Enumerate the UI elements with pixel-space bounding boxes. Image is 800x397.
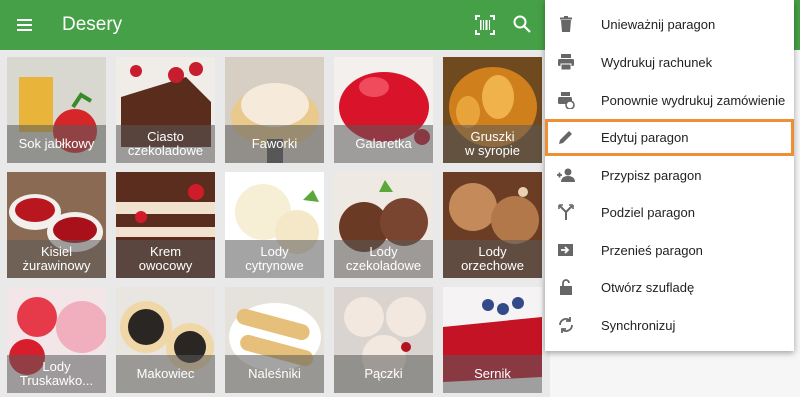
menu-item-label: Wydrukuj rachunek — [601, 55, 713, 70]
product-tile-nalesniki[interactable]: Naleśniki — [225, 287, 324, 393]
menu-item-edit-receipt[interactable]: Edytuj paragon — [545, 119, 794, 156]
product-tile-sok-jablkowy[interactable]: Sok jabłkowy — [7, 57, 106, 163]
product-label: Lody Truskawko... — [7, 355, 106, 393]
menu-item-void-receipt[interactable]: Unieważnij paragon — [545, 6, 794, 43]
menu-item-label: Podziel paragon — [601, 205, 695, 220]
menu-item-label: Unieważnij paragon — [601, 17, 716, 32]
sync-icon — [559, 317, 573, 333]
menu-item-synchronize[interactable]: Synchronizuj — [545, 307, 794, 344]
product-tile-lody-orzechowe[interactable]: Lody orzechowe — [443, 172, 542, 278]
product-label: Naleśniki — [225, 355, 324, 393]
search-icon[interactable] — [511, 13, 533, 35]
menu-item-open-drawer[interactable]: Otwórz szufladę — [545, 269, 794, 306]
product-tile-ciasto-czekoladowe[interactable]: Ciasto czekoladowe — [116, 57, 215, 163]
menu-item-label: Edytuj paragon — [601, 130, 689, 145]
options-menu: Unieważnij paragon Wydrukuj rachunek Pon… — [545, 0, 794, 351]
product-label: Pączki — [334, 355, 433, 393]
product-label: Kisiel żurawinowy — [7, 240, 106, 278]
product-label: Lody orzechowe — [443, 240, 542, 278]
menu-item-label: Przypisz paragon — [601, 168, 702, 183]
trash-icon — [560, 16, 572, 32]
product-tile-lody-cytrynowe[interactable]: Lody cytrynowe — [225, 172, 324, 278]
menu-item-label: Ponownie wydrukuj zamówienie — [601, 93, 786, 108]
page-title: Desery — [62, 14, 123, 35]
menu-item-print-bill[interactable]: Wydrukuj rachunek — [545, 44, 794, 81]
menu-item-label: Synchronizuj — [601, 318, 676, 333]
product-label: Sok jabłkowy — [7, 125, 106, 163]
product-tile-kisiel-zurawinowy[interactable]: Kisiel żurawinowy — [7, 172, 106, 278]
assign-person-icon — [557, 168, 575, 182]
menu-item-reprint-order[interactable]: Ponownie wydrukuj zamówienie — [545, 82, 794, 119]
barcode-scan-icon[interactable] — [474, 14, 496, 36]
menu-item-assign-receipt[interactable]: Przypisz paragon — [545, 157, 794, 194]
product-tile-krem-owocowy[interactable]: Krem owocowy — [116, 172, 215, 278]
product-tile-lody-truskawkowe[interactable]: Lody Truskawko... — [7, 287, 106, 393]
menu-item-label: Przenieś paragon — [601, 243, 703, 258]
menu-item-label: Otwórz szufladę — [601, 280, 695, 295]
product-label: Gruszki w syropie — [443, 125, 542, 163]
split-icon — [558, 204, 574, 220]
product-label: Galaretka — [334, 125, 433, 163]
product-tile-lody-czekoladowe[interactable]: Lody czekoladowe — [334, 172, 433, 278]
product-label: Lody czekoladowe — [334, 240, 433, 278]
product-label: Ciasto czekoladowe — [116, 125, 215, 163]
reprint-icon — [558, 92, 575, 109]
unlock-icon — [560, 279, 572, 295]
menu-item-move-receipt[interactable]: Przenieś paragon — [545, 232, 794, 269]
product-tile-galaretka[interactable]: Galaretka — [334, 57, 433, 163]
menu-item-split-receipt[interactable]: Podziel paragon — [545, 194, 794, 231]
move-icon — [558, 244, 573, 256]
product-tile-sernik[interactable]: Sernik — [443, 287, 542, 393]
product-label: Lody cytrynowe — [225, 240, 324, 278]
pencil-icon — [559, 131, 572, 144]
hamburger-menu-icon[interactable] — [14, 14, 38, 36]
product-tile-paczki[interactable]: Pączki — [334, 287, 433, 393]
product-label: Makowiec — [116, 355, 215, 393]
product-tile-faworki[interactable]: Faworki — [225, 57, 324, 163]
product-label: Faworki — [225, 125, 324, 163]
product-label: Sernik — [443, 355, 542, 393]
product-tile-makowiec[interactable]: Makowiec — [116, 287, 215, 393]
printer-icon — [558, 54, 574, 71]
product-label: Krem owocowy — [116, 240, 215, 278]
product-tile-gruszki-w-syropie[interactable]: Gruszki w syropie — [443, 57, 542, 163]
